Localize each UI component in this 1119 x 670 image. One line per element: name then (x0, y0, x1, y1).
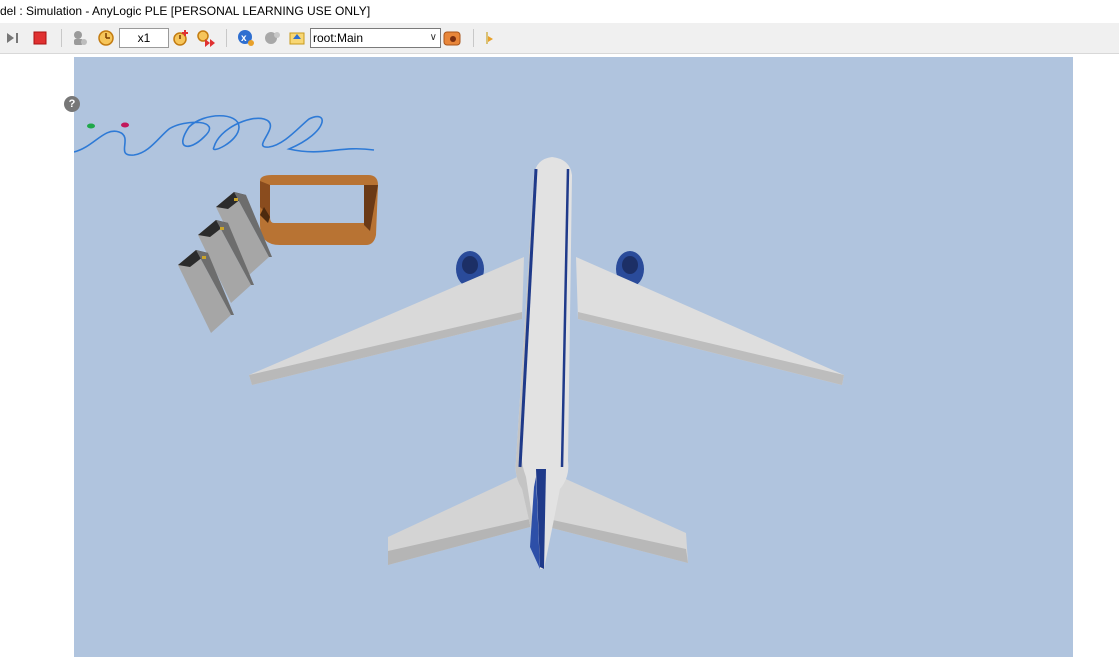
developer-panel-button[interactable] (480, 28, 500, 48)
pause-agent-button[interactable] (262, 28, 282, 48)
navigate-up-button[interactable] (287, 28, 307, 48)
virtual-time-icon (197, 30, 215, 47)
developer-panel-icon (486, 32, 493, 44)
simulation-canvas[interactable] (74, 57, 1073, 657)
experiment-icon: x (238, 30, 254, 46)
navigate-icon (443, 31, 461, 46)
navigate-button[interactable] (443, 28, 463, 48)
toolbar-separator (473, 29, 474, 47)
step-button[interactable] (4, 28, 24, 48)
window-title: del : Simulation - AnyLogic PLE [PERSONA… (0, 4, 371, 18)
chevron-down-icon: ∨ (429, 32, 437, 43)
svg-text:x: x (241, 33, 247, 44)
pause-agent-icon (265, 32, 280, 44)
wavy-path (74, 115, 375, 156)
toolbar-separator (61, 29, 62, 47)
simulation-toolbar: x1 x root:Main ∨ (0, 23, 1119, 54)
scene-3d (74, 115, 844, 569)
faster-button[interactable] (171, 28, 191, 48)
stop-icon (33, 31, 47, 45)
speed-indicator: x1 (119, 28, 169, 48)
path-marker (87, 123, 95, 129)
faster-icon (173, 30, 188, 46)
stop-button[interactable] (30, 28, 50, 48)
experiment-button[interactable]: x (236, 28, 256, 48)
agent-button[interactable] (70, 28, 90, 48)
path-marker (121, 122, 129, 128)
window-titlebar: del : Simulation - AnyLogic PLE [PERSONA… (0, 0, 1119, 23)
toolbar-separator (226, 29, 227, 47)
baggage-loop (260, 175, 378, 245)
slower-icon (98, 30, 114, 46)
navigation-select-value: root:Main (313, 31, 364, 45)
slower-button[interactable] (96, 28, 116, 48)
navigate-up-icon (289, 32, 305, 45)
agent-icon (74, 31, 87, 45)
step-icon (7, 33, 18, 43)
virtual-time-button[interactable] (197, 28, 217, 48)
check-in-counters (178, 192, 272, 333)
navigation-select[interactable]: root:Main ∨ (310, 28, 441, 48)
help-icon[interactable]: ? (64, 96, 80, 112)
